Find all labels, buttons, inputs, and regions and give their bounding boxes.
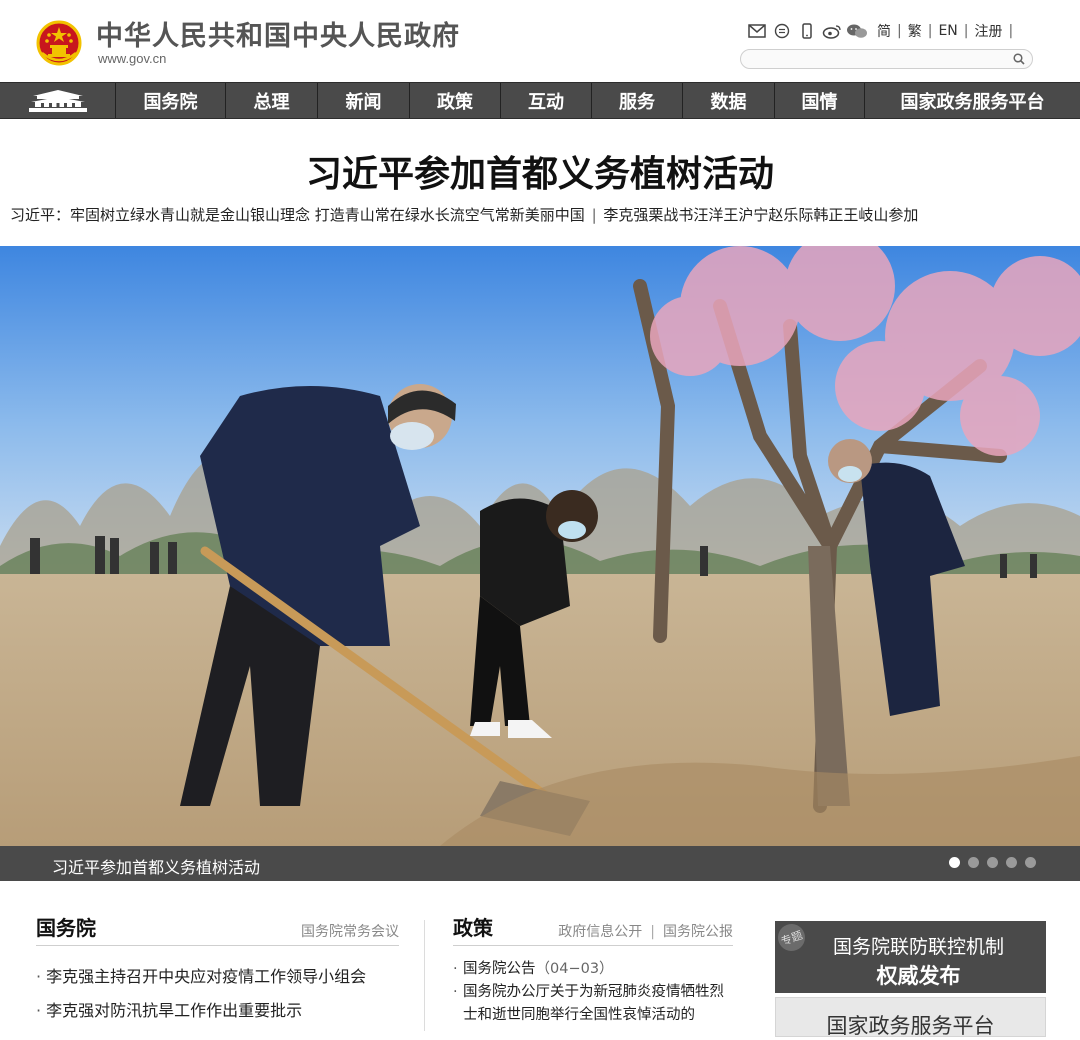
search-icon[interactable]	[1012, 52, 1026, 66]
site-title[interactable]: 中华人民共和国中央人民政府	[96, 14, 460, 53]
slide-dot[interactable]	[968, 857, 979, 868]
state-council-meetings-link[interactable]: 国务院常务会议	[301, 921, 399, 941]
state-council-news-list: 李克强主持召开中央应对疫情工作领导小组会 李克强对防汛抗旱工作作出重要批示	[36, 960, 399, 1028]
joint-prevention-promo[interactable]: 专题 国务院联防联控机制 权威发布	[774, 920, 1046, 993]
national-emblem-icon[interactable]	[36, 19, 82, 67]
separator: |	[1008, 23, 1014, 39]
column-divider	[424, 920, 425, 1031]
state-council-title[interactable]: 国务院	[36, 912, 96, 941]
service-platform-label: 国家政务服务平台	[826, 1014, 995, 1038]
separator: |	[591, 206, 597, 224]
site-domain: www.gov.cn	[98, 51, 167, 66]
policy-item-date: （04−03）	[535, 961, 614, 977]
register-link[interactable]: 注册	[968, 21, 1008, 41]
wechat-icon[interactable]	[846, 21, 868, 41]
list-item[interactable]: 李克强对防汛抗旱工作作出重要批示	[36, 994, 399, 1028]
state-council-gazette-link[interactable]: 国务院公报	[663, 924, 733, 940]
subheadline: 习近平：牢固树立绿水青山就是金山银山理念 打造青山常在绿水长流空气常新美丽中国 …	[10, 204, 1076, 225]
nav-item-interaction[interactable]: 互动	[501, 83, 592, 118]
slide-pagination	[941, 857, 1036, 868]
state-council-header: 国务院 国务院常务会议	[36, 912, 399, 946]
promo-subtitle: 权威发布	[876, 964, 961, 988]
policy-header: 政策 政府信息公开 | 国务院公报	[453, 912, 733, 946]
lang-english-link[interactable]: EN	[932, 23, 963, 39]
mail-icon[interactable]	[746, 21, 768, 41]
nav-item-policy[interactable]: 政策	[410, 83, 501, 118]
message-icon[interactable]	[771, 21, 793, 41]
list-item[interactable]: 国务院公告（04−03）	[453, 958, 733, 981]
headline-title[interactable]: 习近平参加首都义务植树活动	[0, 145, 1080, 197]
policy-title[interactable]: 政策	[453, 912, 493, 941]
separator: |	[650, 924, 655, 940]
policy-links: 政府信息公开 | 国务院公报	[558, 921, 733, 941]
hero-slider: 习近平参加首都义务植树活动	[0, 246, 1080, 881]
tiananmen-icon	[28, 89, 87, 112]
weibo-icon[interactable]	[821, 21, 843, 41]
lang-simplified-link[interactable]: 简	[871, 21, 897, 41]
nav-item-news[interactable]: 新闻	[318, 83, 410, 118]
slide-dot[interactable]	[949, 857, 960, 868]
slide-dot[interactable]	[1025, 857, 1036, 868]
gov-service-platform-banner[interactable]: 国家政务服务平台	[775, 997, 1046, 1038]
state-council-column: 国务院 国务院常务会议 李克强主持召开中央应对疫情工作领导小组会 李克强对防汛抗…	[36, 912, 399, 1028]
policy-item-text: 国务院办公厅关于为新冠肺炎疫情牺牲烈士和逝世同胞举行全国性哀悼活动的	[463, 984, 724, 1023]
search-box	[740, 49, 1033, 69]
site-header: 中华人民共和国中央人民政府 www.gov.cn 简 | 繁 | EN | 注册…	[0, 0, 1080, 82]
policy-column: 政策 政府信息公开 | 国务院公报 国务院公告（04−03） 国务院办公厅关于为新冠…	[453, 912, 733, 1027]
mobile-icon[interactable]	[796, 21, 818, 41]
hero-photo[interactable]	[0, 246, 1080, 846]
promo-title: 国务院联防联控机制	[832, 936, 1004, 958]
policy-item-text: 国务院公告	[463, 961, 536, 977]
nav-home[interactable]	[0, 83, 116, 118]
main-nav: 国务院 总理 新闻 政策 互动 服务 数据 国情 国家政务服务平台	[0, 82, 1080, 119]
lang-traditional-link[interactable]: 繁	[902, 21, 928, 41]
subheadline-link[interactable]: 李克强栗战书汪洋王沪宁赵乐际韩正王岐山参加	[603, 206, 918, 224]
header-toolbar: 简 | 繁 | EN | 注册 |	[746, 20, 1013, 42]
list-item[interactable]: 李克强主持召开中央应对疫情工作领导小组会	[36, 960, 399, 994]
nav-item-national-info[interactable]: 国情	[775, 83, 865, 118]
search-input[interactable]	[753, 52, 1003, 66]
gov-info-disclosure-link[interactable]: 政府信息公开	[558, 924, 642, 940]
slide-caption-bar: 习近平参加首都义务植树活动	[0, 846, 1080, 881]
nav-item-premier[interactable]: 总理	[226, 83, 318, 118]
policy-news-list: 国务院公告（04−03） 国务院办公厅关于为新冠肺炎疫情牺牲烈士和逝世同胞举行全…	[453, 958, 733, 1027]
list-item[interactable]: 国务院办公厅关于为新冠肺炎疫情牺牲烈士和逝世同胞举行全国性哀悼活动的	[453, 981, 733, 1027]
nav-item-service[interactable]: 服务	[592, 83, 683, 118]
nav-item-data[interactable]: 数据	[683, 83, 775, 118]
nav-item-gov-service-platform[interactable]: 国家政务服务平台	[865, 83, 1080, 118]
nav-item-state-council[interactable]: 国务院	[116, 83, 226, 118]
slide-caption[interactable]: 习近平参加首都义务植树活动	[52, 854, 260, 878]
slide-dot[interactable]	[987, 857, 998, 868]
subheadline-link[interactable]: 习近平：牢固树立绿水青山就是金山银山理念 打造青山常在绿水长流空气常新美丽中国	[10, 206, 585, 224]
slide-dot[interactable]	[1006, 857, 1017, 868]
